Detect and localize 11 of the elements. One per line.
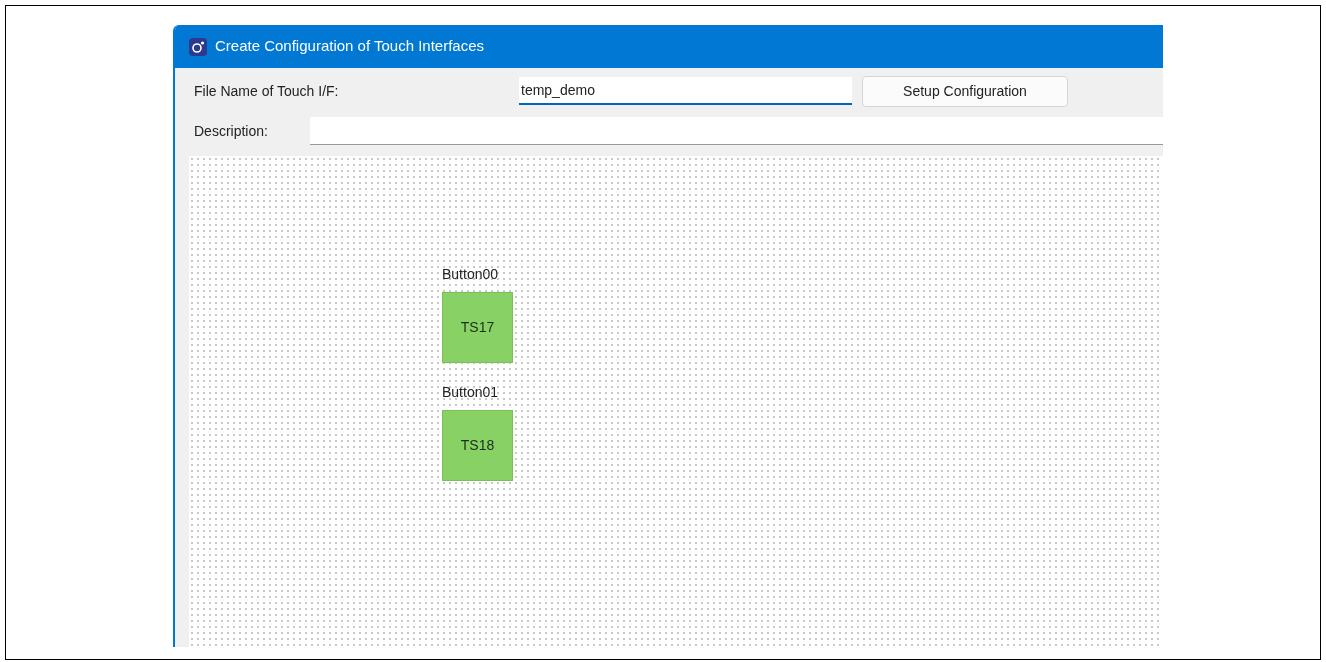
setup-configuration-button[interactable]: Setup Configuration [862, 75, 1068, 107]
button-name-label: Button00 [442, 265, 499, 284]
app-logo-icon [189, 37, 207, 56]
button-name-label: Button01 [442, 383, 499, 402]
description-label: Description: [194, 121, 269, 141]
file-name-field[interactable]: temp_demo [519, 77, 852, 105]
window-title: Create Configuration of Touch Interfaces [215, 36, 485, 57]
touch-button-element[interactable]: TS18 [442, 410, 513, 481]
file-name-label: File Name of Touch I/F: [194, 81, 340, 101]
touch-button-element[interactable]: TS17 [442, 292, 513, 363]
description-field[interactable] [310, 117, 1163, 145]
